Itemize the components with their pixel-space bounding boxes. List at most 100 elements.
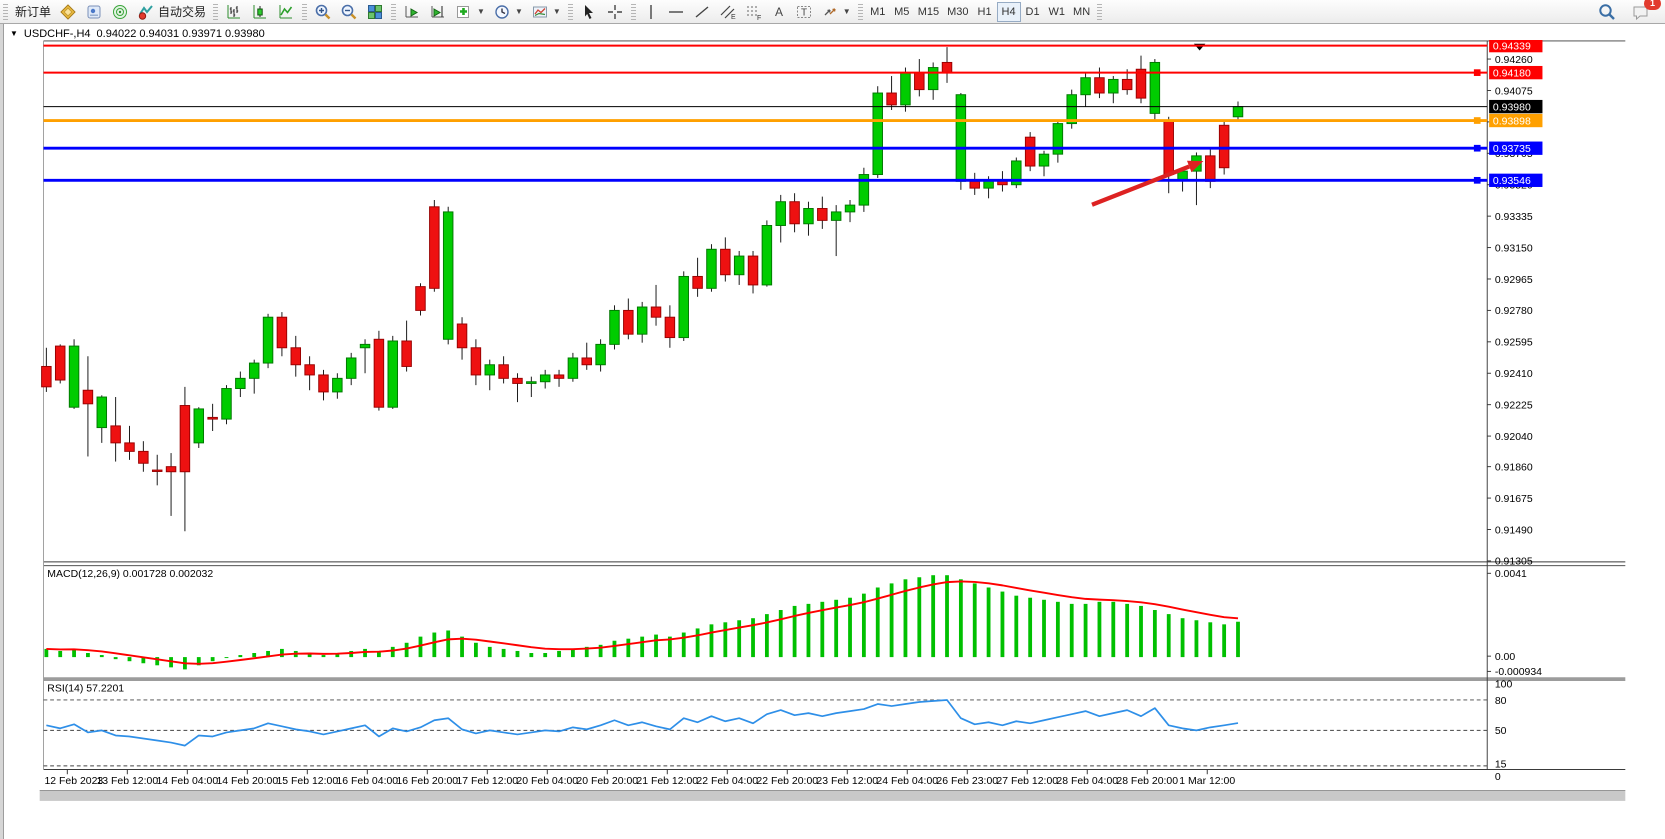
svg-text:F: F [757, 15, 761, 21]
svg-text:0.0041: 0.0041 [1495, 569, 1527, 580]
text-button[interactable]: A [767, 1, 791, 23]
svg-text:17 Feb 12:00: 17 Feb 12:00 [456, 776, 518, 787]
charts-cascade-button[interactable] [55, 1, 81, 23]
tile-windows-button[interactable] [362, 1, 388, 23]
toolbar-grip[interactable] [3, 4, 8, 20]
data-window-button[interactable] [81, 1, 107, 23]
channel-icon: E [719, 3, 737, 21]
rsi-panel[interactable]: RSI(14) 57.22011008050150 [43, 680, 1512, 783]
svg-text:0.93546: 0.93546 [1493, 176, 1531, 187]
svg-text:13 Feb 12:00: 13 Feb 12:00 [96, 776, 158, 787]
timeframe-D1[interactable]: D1 [1021, 2, 1045, 22]
new-order-button[interactable]: 新订单 [11, 1, 55, 23]
notification-badge: 1 [1644, 0, 1661, 10]
timeframe-M5[interactable]: M5 [890, 2, 914, 22]
svg-text:0.92040: 0.92040 [1495, 432, 1533, 443]
horizontal-line-button[interactable] [663, 1, 689, 23]
chart-ohlc-values: 0.94022 0.94031 0.93971 0.93980 [97, 28, 265, 40]
svg-text:T: T [801, 7, 807, 18]
zoom-in-button[interactable] [310, 1, 336, 23]
time-axis[interactable]: 12 Feb 202313 Feb 12:0014 Feb 04:0014 Fe… [44, 769, 1235, 786]
ohlc-bars-icon [225, 3, 243, 21]
timeframe-W1[interactable]: W1 [1045, 2, 1070, 22]
svg-text:0.00: 0.00 [1495, 652, 1516, 663]
vertical-line-button[interactable] [639, 1, 663, 23]
hline-handle[interactable] [1474, 69, 1481, 76]
chat-notifications-button[interactable]: 1 [1627, 1, 1655, 23]
arrows-button[interactable]: ▼ [817, 1, 855, 23]
chart-shift-icon [429, 3, 447, 21]
periods-button[interactable]: ▼ [489, 1, 527, 23]
search-icon [1597, 2, 1617, 22]
timeframe-H4[interactable]: H4 [997, 2, 1021, 22]
svg-text:24 Feb 04:00: 24 Feb 04:00 [876, 776, 938, 787]
timeframe-M30[interactable]: M30 [943, 2, 972, 22]
timeframe-M1[interactable]: M1 [866, 2, 890, 22]
chart-canvas[interactable]: 0.942600.940750.938900.937050.935200.933… [0, 40, 1665, 839]
timeframe-strip: M1M5M15M30H1H4D1W1MN [866, 1, 1094, 23]
text-label-button[interactable]: T [791, 1, 817, 23]
collapse-triangle-icon[interactable]: ▼ [10, 29, 18, 38]
svg-text:22 Feb 20:00: 22 Feb 20:00 [756, 776, 818, 787]
price-axis[interactable]: 0.942600.940750.938900.937050.935200.933… [1487, 40, 1542, 568]
indicators-button[interactable]: ▼ [451, 1, 489, 23]
trendline-button[interactable] [689, 1, 715, 23]
chevron-down-icon: ▼ [843, 7, 851, 16]
radar-signal-icon [111, 3, 129, 21]
svg-text:0.93735: 0.93735 [1493, 144, 1531, 155]
hline-handle[interactable] [1474, 145, 1481, 152]
hline-handle[interactable] [1474, 117, 1481, 124]
toolbar-grip[interactable] [391, 4, 396, 20]
trend-arrow-annotation[interactable] [1092, 161, 1203, 205]
bar-chart-type-button[interactable] [221, 1, 247, 23]
equidistant-channel-button[interactable]: E [715, 1, 741, 23]
svg-text:12 Feb 2023: 12 Feb 2023 [44, 776, 103, 787]
horizontal-line-objects[interactable] [43, 46, 1487, 184]
line-chart-type-button[interactable] [273, 1, 299, 23]
timeframe-MN[interactable]: MN [1069, 2, 1094, 22]
template-chart-icon [531, 3, 549, 21]
crosshair-button[interactable] [602, 1, 628, 23]
arrows-icon [821, 3, 839, 21]
timeframe-H1[interactable]: H1 [973, 2, 997, 22]
toolbar-grip[interactable] [858, 4, 863, 20]
rsi-label: RSI(14) 57.2201 [47, 683, 124, 694]
svg-text:100: 100 [1495, 680, 1513, 691]
svg-text:80: 80 [1495, 696, 1507, 707]
toolbar-grip[interactable] [1097, 4, 1102, 20]
chevron-down-icon: ▼ [515, 7, 523, 16]
macd-panel[interactable]: MACD(12,26,9) 0.001728 0.0020320.00410.0… [44, 569, 1542, 678]
autotrading-button[interactable]: 自动交易 [133, 1, 210, 23]
auto-scroll-button[interactable] [399, 1, 425, 23]
chart-title-bar[interactable]: ▼ USDCHF-,H4 0.94022 0.94031 0.93971 0.9… [10, 27, 265, 40]
candlestick-type-button[interactable] [247, 1, 273, 23]
fibonacci-button[interactable]: F [741, 1, 767, 23]
trendline-icon [693, 3, 711, 21]
signals-button[interactable] [107, 1, 133, 23]
clock-icon [493, 3, 511, 21]
zoom-in-icon [314, 3, 332, 21]
cursor-button[interactable] [576, 1, 602, 23]
hline-handle[interactable] [1474, 177, 1481, 184]
timeframe-M15[interactable]: M15 [914, 2, 943, 22]
autotrading-icon [137, 3, 155, 21]
search-button[interactable] [1593, 1, 1621, 23]
svg-text:0.92225: 0.92225 [1495, 400, 1533, 411]
chevron-down-icon: ▼ [553, 7, 561, 16]
svg-text:26 Feb 23:00: 26 Feb 23:00 [936, 776, 998, 787]
toolbar-grip[interactable] [213, 4, 218, 20]
chart-shift-button[interactable] [425, 1, 451, 23]
fibonacci-icon: F [745, 3, 763, 21]
cursor-arrow-icon [580, 3, 598, 21]
svg-text:28 Feb 20:00: 28 Feb 20:00 [1116, 776, 1178, 787]
toolbar-grip[interactable] [631, 4, 636, 20]
svg-text:0.91860: 0.91860 [1495, 462, 1533, 473]
zoom-out-button[interactable] [336, 1, 362, 23]
svg-text:14 Feb 04:00: 14 Feb 04:00 [156, 776, 218, 787]
indicators-icon [455, 3, 473, 21]
svg-text:0.92780: 0.92780 [1495, 306, 1533, 317]
toolbar-grip[interactable] [302, 4, 307, 20]
zoom-out-icon [340, 3, 358, 21]
templates-button[interactable]: ▼ [527, 1, 565, 23]
toolbar-grip[interactable] [568, 4, 573, 20]
